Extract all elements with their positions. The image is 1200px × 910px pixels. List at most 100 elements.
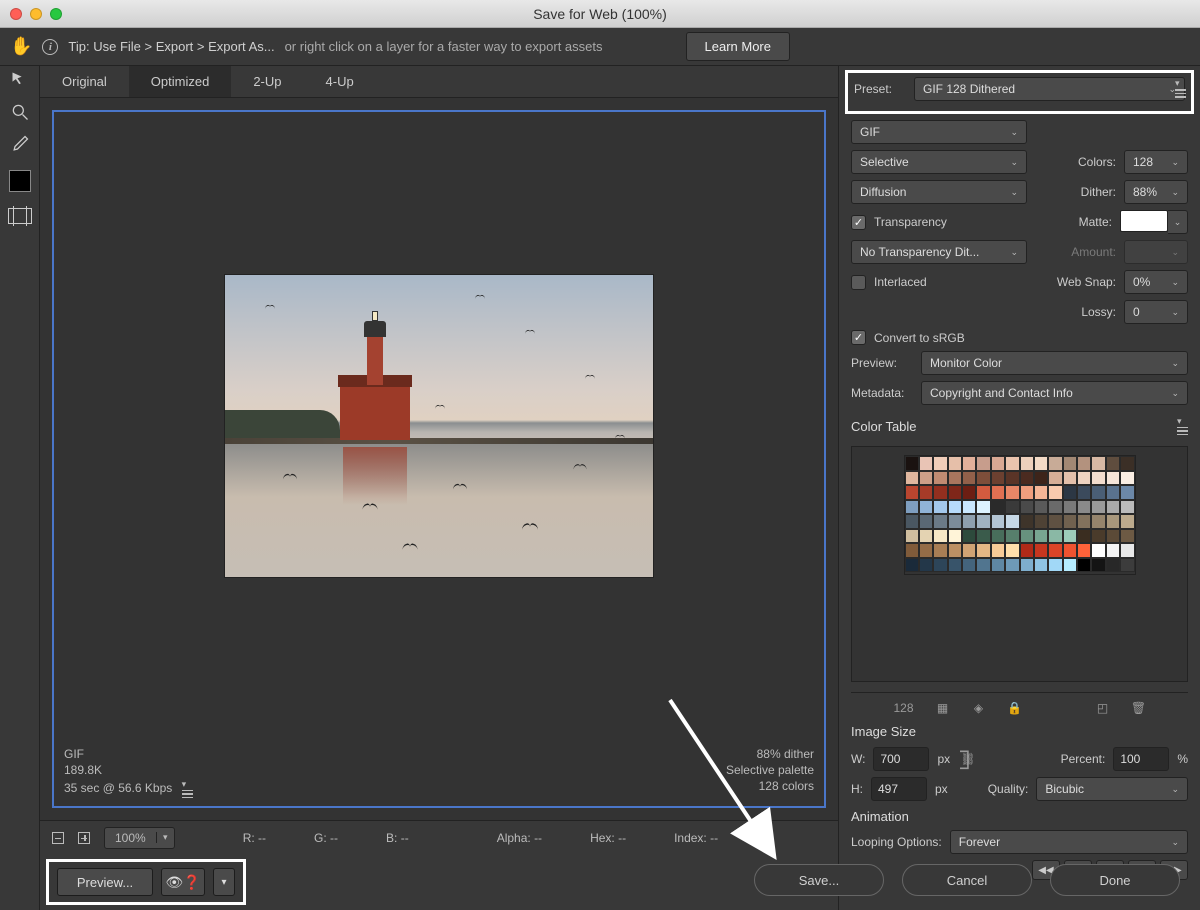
color-swatch[interactable] [1120, 471, 1134, 486]
color-swatch[interactable] [1091, 456, 1105, 471]
color-swatch[interactable] [976, 500, 990, 515]
color-swatch[interactable] [1048, 456, 1062, 471]
color-swatch[interactable] [1020, 543, 1034, 558]
color-swatch[interactable] [1120, 529, 1134, 544]
color-swatch[interactable] [1091, 529, 1105, 544]
color-swatch[interactable] [1005, 456, 1019, 471]
color-swatch[interactable] [976, 529, 990, 544]
metadata-dropdown[interactable]: Copyright and Contact Info⌄ [921, 381, 1188, 405]
color-swatch[interactable] [1034, 529, 1048, 544]
color-swatch[interactable] [933, 543, 947, 558]
toggle-slices-visibility-button[interactable] [8, 208, 32, 224]
colors-stepper[interactable]: 128⌄ [1124, 150, 1188, 174]
dither-algorithm-dropdown[interactable]: Diffusion⌄ [851, 180, 1027, 204]
color-swatch[interactable] [905, 558, 919, 573]
preset-dropdown[interactable]: GIF 128 Dithered⌄ [914, 77, 1185, 101]
color-swatch[interactable] [991, 471, 1005, 486]
interlaced-checkbox[interactable] [851, 275, 866, 290]
color-swatch[interactable] [905, 500, 919, 515]
color-swatch[interactable] [933, 558, 947, 573]
color-swatch[interactable] [1048, 514, 1062, 529]
color-swatch[interactable] [1005, 514, 1019, 529]
tab-2up[interactable]: 2-Up [231, 66, 303, 97]
shift-websafe-icon[interactable]: ◈ [972, 701, 986, 715]
color-swatch[interactable] [1048, 500, 1062, 515]
color-swatch[interactable] [962, 558, 976, 573]
color-swatch[interactable] [1077, 529, 1091, 544]
color-swatch[interactable] [962, 471, 976, 486]
tab-4up[interactable]: 4-Up [304, 66, 376, 97]
color-swatch[interactable] [976, 471, 990, 486]
map-to-transparent-icon[interactable]: ▦ [936, 701, 950, 715]
color-swatch[interactable] [1106, 456, 1120, 471]
color-swatch[interactable] [1077, 500, 1091, 515]
color-swatch[interactable] [933, 471, 947, 486]
download-speed-menu-icon[interactable] [182, 779, 193, 799]
color-swatch[interactable] [1106, 514, 1120, 529]
color-swatch[interactable] [948, 471, 962, 486]
lock-color-icon[interactable]: 🔒 [1008, 701, 1022, 715]
convert-srgb-checkbox[interactable]: ✓ [851, 330, 866, 345]
color-swatch[interactable] [1063, 500, 1077, 515]
color-swatch[interactable] [1048, 543, 1062, 558]
color-swatch[interactable] [1005, 500, 1019, 515]
color-swatch[interactable] [1077, 456, 1091, 471]
optimize-flyout-menu-icon[interactable] [1175, 78, 1186, 98]
color-swatch[interactable] [1091, 514, 1105, 529]
quality-dropdown[interactable]: Bicubic⌄ [1036, 777, 1188, 801]
matte-dropdown[interactable]: ⌄ [1168, 210, 1188, 234]
eyedropper-tool[interactable] [6, 130, 34, 158]
height-input[interactable] [871, 777, 927, 801]
color-swatch[interactable] [1077, 485, 1091, 500]
lossy-stepper[interactable]: 0⌄ [1124, 300, 1188, 324]
color-swatch[interactable] [976, 514, 990, 529]
color-swatch[interactable] [905, 456, 919, 471]
color-swatch[interactable] [905, 471, 919, 486]
color-swatch[interactable] [919, 558, 933, 573]
color-swatch[interactable] [1120, 500, 1134, 515]
color-reduction-dropdown[interactable]: Selective⌄ [851, 150, 1027, 174]
color-swatch[interactable] [933, 500, 947, 515]
width-input[interactable] [873, 747, 929, 771]
color-swatch[interactable] [1091, 543, 1105, 558]
color-swatch[interactable] [1005, 485, 1019, 500]
color-swatch[interactable] [919, 514, 933, 529]
color-table-grid[interactable] [904, 455, 1136, 575]
color-swatch[interactable] [1091, 500, 1105, 515]
color-swatch[interactable] [976, 558, 990, 573]
eyedropper-color-swatch[interactable] [9, 170, 31, 192]
websnap-stepper[interactable]: 0%⌄ [1124, 270, 1188, 294]
color-swatch[interactable] [1034, 514, 1048, 529]
color-swatch[interactable] [1106, 529, 1120, 544]
color-swatch[interactable] [991, 558, 1005, 573]
color-swatch[interactable] [1005, 543, 1019, 558]
done-button[interactable]: Done [1050, 864, 1180, 896]
color-swatch[interactable] [905, 514, 919, 529]
minus-icon[interactable] [52, 832, 64, 844]
color-swatch[interactable] [1091, 558, 1105, 573]
learn-more-button[interactable]: Learn More [686, 32, 790, 61]
format-dropdown[interactable]: GIF⌄ [851, 120, 1027, 144]
color-swatch[interactable] [1048, 485, 1062, 500]
color-swatch[interactable] [1034, 456, 1048, 471]
color-swatch[interactable] [1077, 514, 1091, 529]
color-swatch[interactable] [948, 529, 962, 544]
color-swatch[interactable] [1077, 558, 1091, 573]
percent-input[interactable] [1113, 747, 1169, 771]
cancel-button[interactable]: Cancel [902, 864, 1032, 896]
color-table-menu-icon[interactable] [1177, 416, 1188, 436]
color-swatch[interactable] [1106, 485, 1120, 500]
color-swatch[interactable] [919, 485, 933, 500]
color-swatch[interactable] [1077, 543, 1091, 558]
color-swatch[interactable] [1063, 543, 1077, 558]
color-swatch[interactable] [919, 529, 933, 544]
color-swatch[interactable] [1063, 471, 1077, 486]
color-swatch[interactable] [1120, 514, 1134, 529]
tab-original[interactable]: Original [40, 66, 129, 97]
color-swatch[interactable] [1106, 471, 1120, 486]
dither-amount-stepper[interactable]: 88%⌄ [1124, 180, 1188, 204]
color-swatch[interactable] [1063, 485, 1077, 500]
color-swatch[interactable] [976, 456, 990, 471]
color-swatch[interactable] [962, 500, 976, 515]
color-swatch[interactable] [991, 543, 1005, 558]
